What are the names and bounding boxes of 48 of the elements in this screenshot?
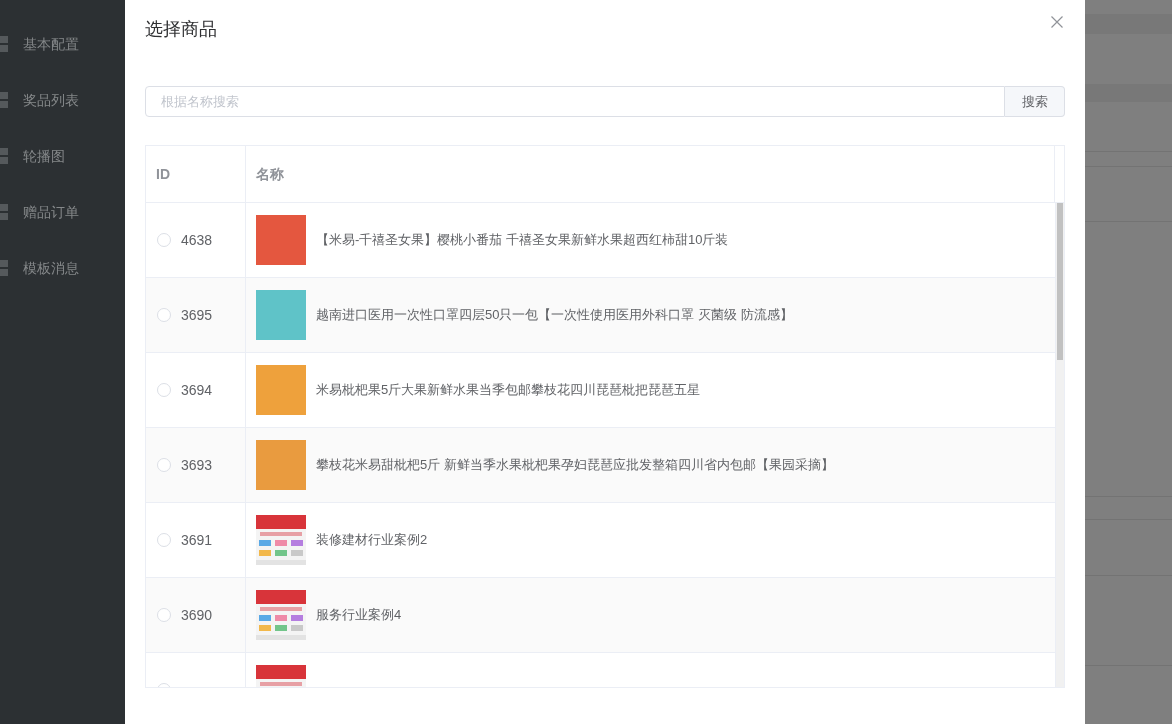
id-cell-text: 3694	[181, 380, 213, 400]
radio-button[interactable]	[157, 458, 171, 472]
photo-placeholder	[256, 215, 306, 265]
radio-button[interactable]	[157, 233, 171, 247]
id-cell-text: 4638	[181, 230, 213, 250]
sidebar-item[interactable]: 轮播图	[23, 145, 65, 167]
sidebar-item[interactable]: 奖品列表	[23, 89, 79, 111]
table-row[interactable]: 3690 服务行业案例4	[146, 578, 1055, 653]
webpage-thumbnail-drawing	[256, 515, 306, 565]
search-field[interactable]: 根据名称搜索	[145, 86, 1005, 117]
product-name: 装修建材行业案例2	[316, 531, 428, 550]
photo-placeholder	[256, 440, 306, 490]
product-name: 攀枝花米易甜枇杷5斤 新鲜当季水果枇杷果孕妇琵琶应批发整箱四川省内包邮【果园采摘】	[316, 456, 834, 475]
radio-button[interactable]	[157, 383, 171, 397]
sidebar-item[interactable]: 基本配置	[23, 33, 79, 55]
product-name: 服务行业案例4	[316, 606, 402, 625]
photo-placeholder	[256, 365, 306, 415]
radio-button[interactable]	[157, 608, 171, 622]
table-row[interactable]: 3691 装修建材行业案例2	[146, 503, 1055, 578]
table-row[interactable]: 4638 【米易-千禧圣女果】樱桃小番茄 千禧圣女果新鲜水果超西红柿甜10斤装	[146, 203, 1055, 278]
scrollbar-thumb[interactable]	[1057, 203, 1063, 360]
id-cell-text: 3691	[181, 530, 213, 550]
product-name: 越南进口医用一次性口罩四层50只一包【一次性使用医用外科口罩 灭菌级 防流感】	[316, 306, 793, 325]
scrollbar[interactable]	[1055, 203, 1064, 687]
grid-icon	[0, 148, 8, 164]
radio-button[interactable]	[157, 533, 171, 547]
webpage-thumbnail-drawing	[256, 590, 306, 640]
dialog-title: 选择商品	[145, 18, 217, 41]
grid-icon	[0, 260, 8, 276]
column-header: 名称	[256, 164, 284, 184]
close-icon[interactable]	[1051, 16, 1063, 28]
product-name: 【米易-千禧圣女果】樱桃小番茄 千禧圣女果新鲜水果超西红柿甜10斤装	[316, 231, 729, 250]
grid-icon	[0, 204, 8, 220]
search-button[interactable]: 搜索	[1005, 86, 1065, 117]
table-row[interactable]: 3694 米易枇杷果5斤大果新鲜水果当季包邮攀枝花四川琵琶枇把琵琶五星	[146, 353, 1055, 428]
photo-placeholder	[256, 290, 306, 340]
table-row[interactable]: 3693 攀枝花米易甜枇杷5斤 新鲜当季水果枇杷果孕妇琵琶应批发整箱四川省内包邮【果园采摘】	[146, 428, 1055, 503]
id-cell-text: 3693	[181, 455, 213, 475]
id-cell-text: 3695	[181, 305, 213, 325]
table-row[interactable]: 3695 越南进口医用一次性口罩四层50只一包【一次性使用医用外科口罩 灭菌级 防流感】	[146, 278, 1055, 353]
radio-button[interactable]	[157, 308, 171, 322]
sidebar-item[interactable]: 模板消息	[23, 257, 79, 279]
id-cell-text: 3690	[181, 605, 213, 625]
column-header: ID	[156, 164, 170, 184]
sidebar-item[interactable]: 赠品订单	[23, 201, 79, 223]
product-name: 米易枇杷果5斤大果新鲜水果当季包邮攀枝花四川琵琶枇把琵琶五星	[316, 381, 701, 400]
grid-icon	[0, 92, 8, 108]
grid-icon	[0, 36, 8, 52]
